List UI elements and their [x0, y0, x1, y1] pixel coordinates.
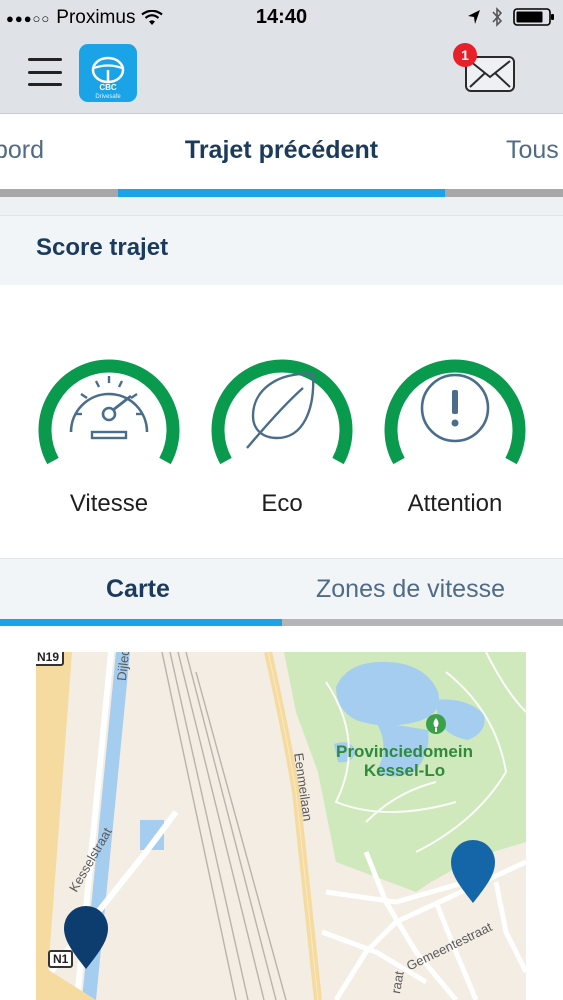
location-arrow-icon	[468, 10, 480, 24]
map-container: N19 N1 Dijledre Kesselstraat Eenmeilaan …	[0, 626, 563, 1000]
status-bar: ●●●○○ Proximus 14:40	[0, 0, 563, 36]
gauge-label: Eco	[261, 490, 303, 517]
trip-end-pin-icon[interactable]	[450, 840, 496, 904]
leaf-icon	[246, 372, 315, 449]
app-logo[interactable]: CBC Drivesafe	[79, 44, 137, 102]
gauge-attention[interactable]: Attention	[380, 350, 530, 525]
park-label-line1: Provinciedomein	[336, 742, 473, 761]
battery-icon	[513, 8, 554, 26]
tab-previous-trip[interactable]: Trajet précédent	[0, 136, 563, 165]
tab-active-indicator	[118, 189, 445, 197]
gauge-eco[interactable]: Eco	[207, 350, 357, 525]
exclamation-icon	[420, 373, 490, 443]
hamburger-menu-icon[interactable]	[28, 58, 62, 86]
notification-badge: 1	[453, 43, 477, 67]
gauge-ring	[38, 359, 180, 465]
score-gauges: Vitesse Eco Attention	[0, 286, 563, 558]
gauge-label: Attention	[407, 490, 503, 517]
subtab-active-indicator	[0, 619, 282, 626]
tab-map[interactable]: Carte	[106, 575, 170, 604]
trip-start-pin-icon[interactable]	[63, 906, 109, 970]
section-spacer	[0, 197, 563, 215]
app-header: CBC Drivesafe 1	[0, 36, 563, 114]
section-title: Score trajet	[36, 234, 169, 261]
top-tab-bar: bord Trajet précédent Tous	[0, 114, 563, 197]
score-section-header: Score trajet	[0, 215, 563, 285]
trip-map[interactable]: N19 N1 Dijledre Kesselstraat Eenmeilaan …	[36, 652, 526, 1000]
gauge-ring	[211, 359, 353, 465]
logo-brand: CBC	[99, 82, 117, 92]
gauge-ring	[384, 359, 526, 465]
gauge-label: Vitesse	[69, 490, 149, 517]
map-tab-bar: Carte Zones de vitesse	[0, 558, 563, 626]
tab-speed-zones[interactable]: Zones de vitesse	[316, 575, 505, 604]
road-shield-n19: N19	[36, 652, 65, 666]
steering-wheel-icon	[91, 56, 125, 83]
bluetooth-icon	[492, 7, 503, 27]
park-label: Provinciedomein Kessel-Lo	[336, 742, 473, 780]
speedometer-icon	[69, 376, 149, 440]
gauge-speed[interactable]: Vitesse	[34, 350, 184, 525]
logo-subtitle: Drivesafe	[95, 94, 121, 100]
park-label-line2: Kessel-Lo	[363, 761, 446, 780]
tab-all-trips[interactable]: Tous	[506, 136, 559, 165]
